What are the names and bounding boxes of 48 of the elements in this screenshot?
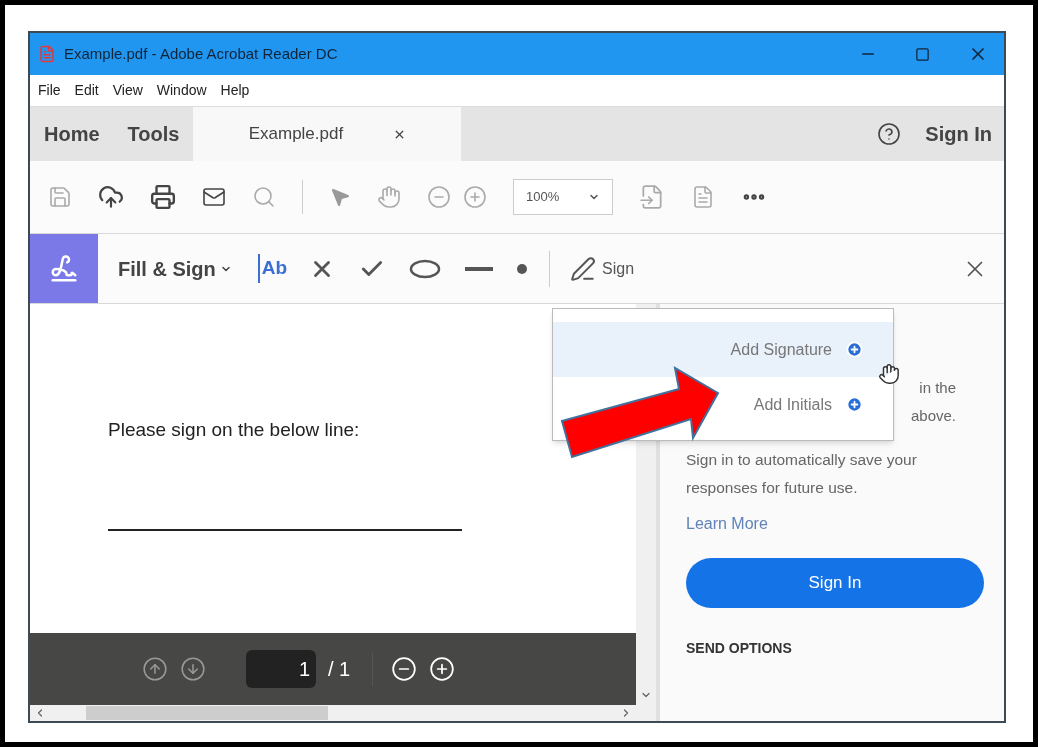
learn-more-link[interactable]: Learn More [686, 512, 984, 536]
page-icon[interactable] [691, 185, 715, 209]
window-title: Example.pdf - Adobe Acrobat Reader DC [64, 43, 339, 64]
pen-icon [570, 255, 597, 282]
page-number-field[interactable]: 1 [246, 650, 316, 688]
plus-icon [846, 396, 863, 413]
page-down-icon[interactable] [180, 656, 206, 682]
zoom-out-icon[interactable] [391, 656, 418, 682]
menu-item[interactable]: File [38, 80, 61, 101]
signature-icon [49, 253, 79, 284]
fill-sign-menu[interactable]: Fill & Sign [118, 253, 232, 284]
dropdown-item[interactable]: Add Signature [553, 322, 893, 377]
dot-icon[interactable] [517, 263, 528, 274]
ellipse-icon[interactable] [409, 258, 442, 279]
maximize-icon[interactable] [915, 46, 930, 62]
panel-text: in the [919, 378, 956, 398]
save-icon[interactable] [48, 185, 72, 209]
tab[interactable]: Example.pdf [193, 107, 462, 161]
mail-icon[interactable] [202, 185, 226, 209]
menu-item[interactable]: Edit [74, 80, 99, 101]
tab[interactable]: Tools [113, 107, 194, 161]
page-up-icon[interactable] [142, 656, 168, 682]
menu-item[interactable]: View [112, 80, 143, 101]
print-icon[interactable] [150, 184, 176, 210]
tab[interactable]: Home [30, 107, 114, 161]
panel-text: above. [910, 406, 956, 426]
section-heading: SEND OPTIONS [686, 639, 793, 658]
plus-icon [846, 341, 863, 358]
zoom-dropdown[interactable]: 100% [513, 179, 613, 215]
sign-in-button[interactable]: Sign In [686, 558, 984, 608]
help-icon[interactable] [877, 122, 902, 146]
panel-message: Sign in to automatically save your responses for future use. [686, 450, 918, 498]
menu-item[interactable]: Help [220, 80, 250, 101]
hand-icon[interactable] [377, 185, 401, 209]
pointer-icon[interactable] [329, 186, 351, 208]
menu-item[interactable]: Window [156, 80, 207, 101]
cloud-upload-icon[interactable] [98, 184, 124, 210]
add-text-tool[interactable]: Ab [257, 254, 288, 283]
page-icon[interactable] [639, 184, 665, 210]
sign-in-link[interactable]: Sign In [925, 119, 992, 149]
search-icon[interactable] [252, 185, 276, 209]
zoom-in-icon[interactable] [429, 656, 456, 682]
sign-button[interactable]: Sign [570, 255, 635, 282]
scrollbar-thumb[interactable] [86, 706, 328, 720]
horizontal-scrollbar[interactable] [30, 705, 656, 721]
page-total: / 1 [328, 657, 351, 682]
pdf-file-icon [38, 45, 56, 63]
document-text: Please sign on the below line: [108, 418, 361, 442]
